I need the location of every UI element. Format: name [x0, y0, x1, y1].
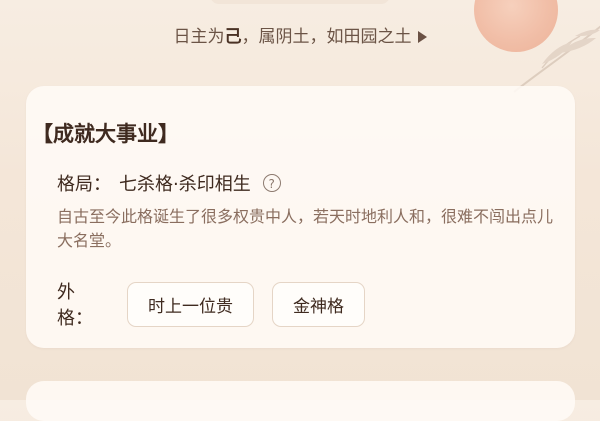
card-title: 【成就大事业】 — [32, 122, 179, 146]
top-strip-decoration — [210, 0, 390, 4]
outer-pattern-tag[interactable]: 时上一位贵 — [127, 281, 254, 327]
next-card — [26, 381, 575, 421]
outer-pattern-label: 外格： — [57, 282, 93, 329]
outer-pattern-tag[interactable]: 金神格 — [272, 281, 365, 327]
outer-pattern-row: 外格： 时上一位贵 金神格 — [57, 278, 365, 330]
pattern-value: 七杀格·杀印相生 — [119, 174, 251, 195]
pattern-description: 自古至今此格诞生了很多权贵中人，若天时地利人和，很难不闯出点儿大名堂。 — [57, 207, 554, 250]
help-icon[interactable]: ? — [262, 174, 281, 192]
chevron-right-icon[interactable] — [417, 31, 427, 43]
subtitle-element: 己 — [224, 27, 242, 47]
subtitle: 日主为己，属阴土，如田园之土 — [0, 22, 600, 47]
subtitle-prefix: 日主为 — [173, 27, 225, 47]
subtitle-suffix: ，属阴土，如田园之土 — [241, 27, 412, 47]
pattern-label: 格局： — [57, 174, 111, 195]
pattern-row: 格局： 七杀格·杀印相生 ? — [57, 170, 281, 196]
